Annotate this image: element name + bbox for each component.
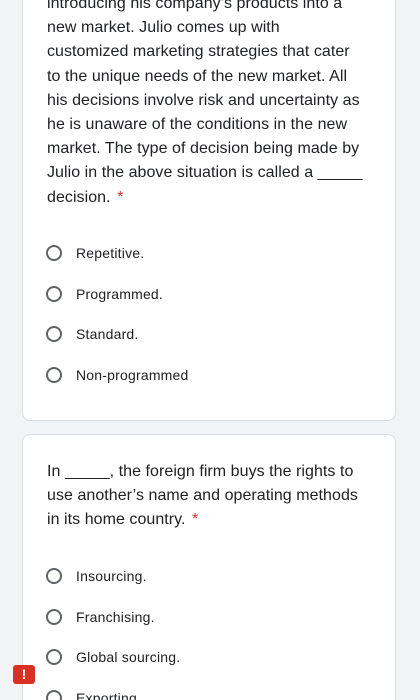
question-line: Julio in the above situation is called a… [47, 164, 363, 182]
option-repetitive[interactable]: Repetitive. [46, 233, 189, 274]
required-asterisk: * [192, 511, 199, 529]
option-label: Standard. [76, 326, 139, 343]
option-global-sourcing[interactable]: Global sourcing. [46, 637, 180, 678]
option-label: Franchising. [76, 608, 155, 625]
radio-button[interactable] [46, 689, 62, 700]
radio-group-1: Repetitive. Programmed. Standard. Non-pr… [46, 233, 189, 395]
form-page: introducing his company’s products into … [0, 0, 420, 700]
question-line: market. The type of decision being made … [47, 140, 360, 158]
option-exporting[interactable]: Exporting [46, 678, 180, 700]
question-line-text: in its home country. [47, 511, 186, 529]
question-text-1: introducing his company’s products into … [47, 0, 377, 210]
question-line: introducing his company’s products into … [47, 0, 343, 12]
option-label: Non-programmed [76, 366, 189, 383]
option-programmed[interactable]: Programmed. [46, 274, 189, 315]
radio-button[interactable] [46, 568, 62, 585]
radio-button[interactable] [46, 649, 62, 666]
radio-button[interactable] [46, 326, 62, 343]
option-non-programmed[interactable]: Non-programmed [46, 355, 189, 396]
question-line: to the unique needs of the new market. A… [47, 67, 348, 85]
question-line-last: in its home country. * [47, 508, 377, 532]
radio-button[interactable] [46, 285, 62, 302]
option-standard[interactable]: Standard. [46, 314, 189, 355]
option-label: Insourcing. [76, 568, 147, 585]
option-label: Global sourcing. [76, 649, 181, 666]
question-line: In _____, the foreign firm buys the righ… [47, 463, 354, 480]
option-label: Programmed. [76, 285, 164, 302]
radio-group-2: Insourcing. Franchising. Global sourcing… [46, 556, 180, 700]
question-line: use another’s name and operating methods [47, 487, 358, 505]
option-franchising[interactable]: Franchising. [46, 597, 180, 638]
question-line: his decisions involve risk and uncertain… [47, 91, 360, 109]
required-asterisk: * [117, 188, 124, 206]
radio-button[interactable] [46, 245, 62, 262]
exclamation-icon: ! [21, 666, 27, 682]
question-line: he is unaware of the conditions in the n… [47, 116, 348, 134]
radio-button[interactable] [46, 366, 62, 383]
radio-button[interactable] [46, 608, 62, 625]
option-label: Exporting [76, 689, 137, 700]
option-label: Repetitive. [76, 245, 145, 262]
question-line: customized marketing strategies that cat… [47, 43, 350, 61]
question-line-text: decision. [47, 188, 111, 206]
question-line: new market. Julio comes up with [47, 19, 280, 37]
question-card-2: In _____, the foreign firm buys the righ… [22, 434, 396, 700]
option-insourcing[interactable]: Insourcing. [46, 556, 180, 597]
question-text-2: In _____, the foreign firm buys the righ… [47, 460, 377, 533]
feedback-button[interactable]: ! [13, 665, 35, 684]
question-card-1: introducing his company’s products into … [22, 0, 396, 421]
question-line-last: decision. * [47, 186, 377, 210]
